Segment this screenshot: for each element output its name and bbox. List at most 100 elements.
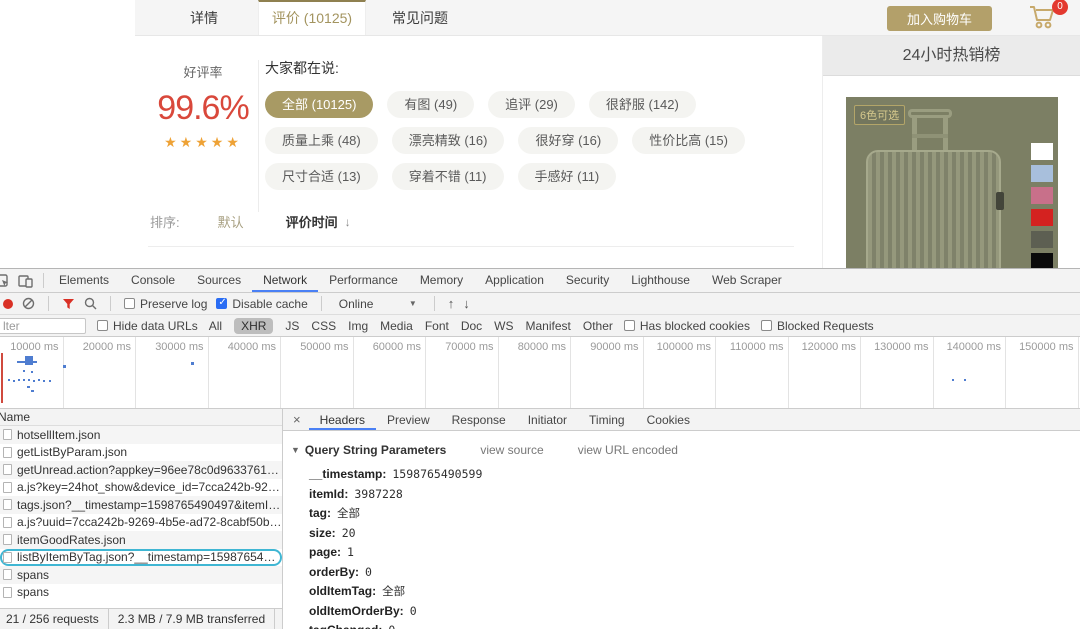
devtools-tab-console[interactable]: Console [120, 269, 186, 292]
network-overview-timeline[interactable]: 10000 ms20000 ms30000 ms40000 ms50000 ms… [0, 337, 1080, 409]
review-tag-pill[interactable]: 追评 (29) [488, 91, 575, 118]
request-row[interactable]: tags.json?__timestamp=1598765490497&item… [0, 496, 282, 514]
filter-type-xhr[interactable]: XHR [234, 318, 273, 334]
disable-cache-checkbox[interactable]: Disable cache [216, 297, 307, 311]
product-tab[interactable]: 常见问题 [366, 0, 474, 35]
close-icon[interactable]: × [285, 409, 309, 430]
product-tab[interactable]: 评价 (10125) [258, 0, 366, 35]
checkbox-checked-icon [216, 298, 227, 309]
request-name: a.js?uuid=7cca242b-9269-4b5e-ad72-8cabf5… [17, 515, 282, 529]
request-row[interactable]: hotsellItem.json [0, 426, 282, 444]
query-param-row: page:1 [309, 543, 1080, 563]
review-tag-pill[interactable]: 全部 (10125) [265, 91, 373, 118]
timeline-request-mark [49, 380, 51, 382]
request-row[interactable]: listByItemByTag.json?__timestamp=1598765… [0, 549, 282, 567]
filter-type-font[interactable]: Font [425, 319, 449, 333]
hide-data-urls-checkbox[interactable]: Hide data URLs [97, 319, 198, 333]
view-url-encoded-link[interactable]: view URL encoded [578, 443, 678, 457]
blocked-requests-checkbox[interactable]: Blocked Requests [761, 319, 874, 333]
request-row[interactable]: getListByParam.json [0, 444, 282, 462]
devtools-tab-lighthouse[interactable]: Lighthouse [620, 269, 701, 292]
devtools-tab-security[interactable]: Security [555, 269, 620, 292]
product-tab[interactable]: 详情 [150, 0, 258, 35]
review-tag-pill[interactable]: 穿着不错 (11) [392, 163, 504, 190]
review-tag-pill[interactable]: 很舒服 (142) [589, 91, 696, 118]
timeline-tick-label: 110000 ms [714, 341, 784, 353]
preserve-log-checkbox[interactable]: Preserve log [124, 297, 207, 311]
devtools-tab-performance[interactable]: Performance [318, 269, 409, 292]
param-value: 1 [347, 545, 354, 559]
detail-tab-cookies[interactable]: Cookies [636, 409, 701, 430]
query-string-section-header[interactable]: ▼ Query String Parameters view source vi… [291, 443, 1080, 457]
cart-button[interactable]: 0 [1028, 3, 1064, 33]
detail-tab-response[interactable]: Response [441, 409, 517, 430]
review-tag-pill[interactable]: 尺寸合适 (13) [265, 163, 378, 190]
request-row[interactable]: a.js?key=24hot_show&device_id=7cca242b-9… [0, 479, 282, 497]
divider [43, 273, 44, 288]
detail-tab-headers[interactable]: Headers [309, 409, 376, 430]
sort-option-review-time[interactable]: 评价时间 [286, 212, 338, 231]
review-tag-pill[interactable]: 有图 (49) [387, 91, 474, 118]
timeline-request-mark [38, 379, 40, 381]
review-tag-pill[interactable]: 手感好 (11) [518, 163, 617, 190]
device-toolbar-icon[interactable] [18, 274, 33, 288]
devtools-tab-web-scraper[interactable]: Web Scraper [701, 269, 793, 292]
suitcase-latch [996, 192, 1004, 210]
import-har-icon[interactable]: ↑ [448, 296, 455, 311]
throttling-dropdown[interactable]: Online ▼ [335, 297, 421, 311]
view-source-link[interactable]: view source [480, 443, 543, 457]
filter-type-js[interactable]: JS [285, 319, 299, 333]
file-icon [3, 447, 12, 458]
devtools-tabs: ElementsConsoleSourcesNetworkPerformance… [48, 269, 793, 292]
filter-type-other[interactable]: Other [583, 319, 613, 333]
record-network-log-icon[interactable] [3, 299, 13, 309]
detail-tab-initiator[interactable]: Initiator [517, 409, 578, 430]
devtools-tab-sources[interactable]: Sources [186, 269, 252, 292]
query-param-row: orderBy:0 [309, 563, 1080, 583]
request-row[interactable]: getUnread.action?appkey=96ee78c0d9633761… [0, 461, 282, 479]
review-tag-pill[interactable]: 质量上乘 (48) [265, 127, 378, 154]
filter-input[interactable] [0, 318, 86, 334]
filter-type-all[interactable]: All [209, 319, 222, 333]
devtools-tab-memory[interactable]: Memory [409, 269, 474, 292]
devtools-tab-network[interactable]: Network [252, 269, 318, 292]
inspect-element-icon[interactable] [0, 274, 10, 288]
filter-type-media[interactable]: Media [380, 319, 413, 333]
timeline-request-mark [33, 380, 35, 382]
hot-sales-sidebar: 24小时热销榜 6色可选 [822, 36, 1080, 268]
param-value: 0 [388, 623, 395, 629]
request-name: getListByParam.json [17, 445, 127, 459]
request-row[interactable]: spans [0, 566, 282, 584]
devtools-tab-elements[interactable]: Elements [48, 269, 120, 292]
param-value: 全部 [382, 584, 405, 598]
add-to-cart-button[interactable]: 加入购物车 [887, 6, 992, 31]
review-tag-pill[interactable]: 很好穿 (16) [518, 127, 618, 154]
hot-product-image[interactable]: 6色可选 [846, 97, 1058, 268]
filter-type-css[interactable]: CSS [311, 319, 336, 333]
filter-type-ws[interactable]: WS [494, 319, 513, 333]
filter-funnel-icon[interactable] [62, 298, 75, 310]
status-segment: 21 / 256 requests [0, 609, 109, 629]
timeline-tick-label: 140000 ms [931, 341, 1001, 353]
request-row[interactable]: a.js?uuid=7cca242b-9269-4b5e-ad72-8cabf5… [0, 514, 282, 532]
file-icon [3, 534, 12, 545]
name-column-header[interactable]: Name [0, 409, 282, 426]
tag-row: 质量上乘 (48) 漂亮精致 (16) 很好穿 (16) 性价比高 (15) [265, 127, 805, 154]
sort-direction-icon[interactable]: ↓ [345, 215, 351, 229]
sort-option-default[interactable]: 默认 [218, 212, 244, 231]
clear-network-log-icon[interactable] [22, 297, 35, 310]
review-tag-pill[interactable]: 性价比高 (15) [632, 127, 745, 154]
file-icon [3, 552, 12, 563]
detail-tab-preview[interactable]: Preview [376, 409, 441, 430]
detail-tab-timing[interactable]: Timing [578, 409, 636, 430]
filter-type-doc[interactable]: Doc [461, 319, 482, 333]
review-tag-pill[interactable]: 漂亮精致 (16) [392, 127, 505, 154]
search-icon[interactable] [84, 297, 97, 310]
filter-type-img[interactable]: Img [348, 319, 368, 333]
devtools-tab-application[interactable]: Application [474, 269, 555, 292]
has-blocked-cookies-checkbox[interactable]: Has blocked cookies [624, 319, 750, 333]
filter-type-manifest[interactable]: Manifest [526, 319, 571, 333]
request-row[interactable]: itemGoodRates.json [0, 531, 282, 549]
request-row[interactable]: spans [0, 584, 282, 602]
export-har-icon[interactable]: ↓ [463, 296, 470, 311]
